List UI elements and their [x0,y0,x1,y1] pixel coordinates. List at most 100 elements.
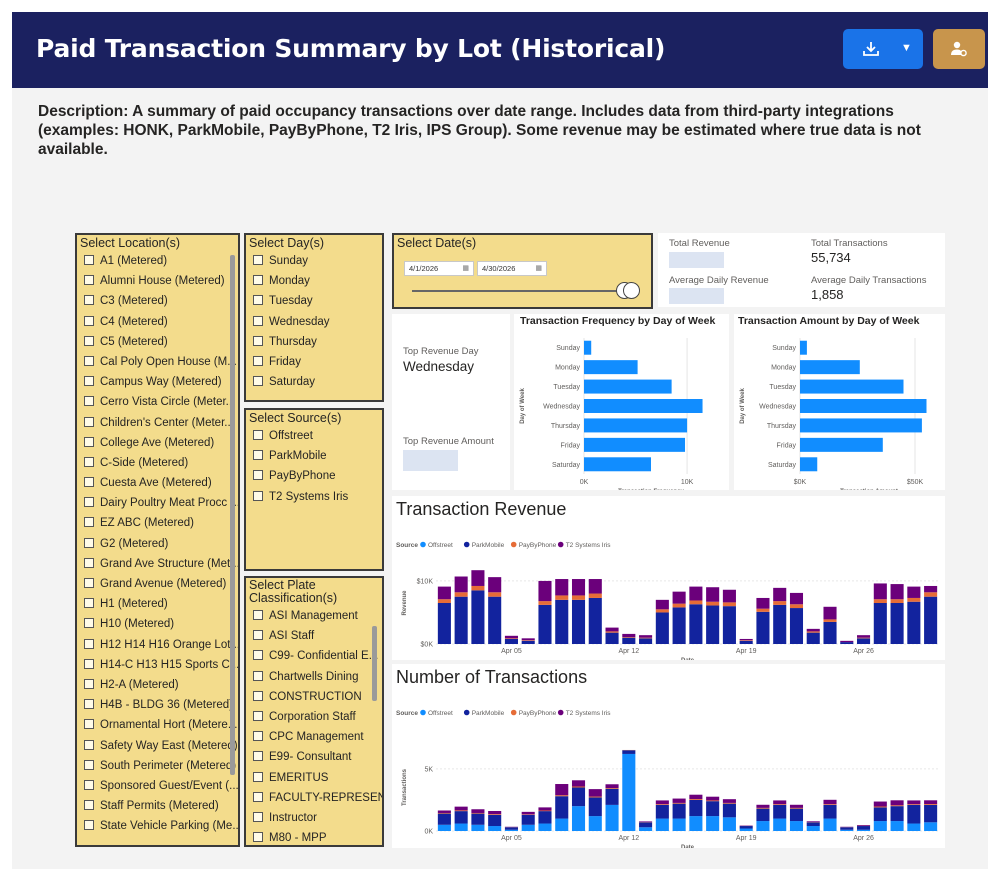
plate-scrollbar[interactable] [372,626,377,701]
checkbox[interactable] [84,739,94,750]
checkbox[interactable] [84,255,94,265]
slicer-item[interactable]: Cuesta Ave (Metered) [77,473,238,493]
date-range-slider[interactable] [412,290,630,292]
checkbox[interactable] [253,315,263,326]
checkbox[interactable] [253,490,263,501]
slicer-item[interactable]: Wednesday [246,312,382,332]
checkbox[interactable] [84,800,94,811]
checkbox[interactable] [84,416,94,427]
slicer-item[interactable]: H12 H14 H16 Orange Lot... [77,635,238,655]
slicer-item[interactable]: Thursday [246,332,382,352]
slicer-item[interactable]: H2-A (Metered) [77,675,238,695]
checkbox[interactable] [253,335,263,346]
slicer-item[interactable]: ASI Management [246,606,382,626]
download-button[interactable]: ▼ [843,29,923,69]
slicer-item[interactable]: C99- Confidential E... [246,646,382,666]
checkbox[interactable] [84,295,94,306]
checkbox[interactable] [253,751,263,762]
slicer-item[interactable]: G2 (Metered) [77,534,238,554]
slicer-item[interactable]: Cerro Vista Circle (Meter... [77,392,238,412]
slicer-item[interactable]: Staff Permits (Metered) [77,796,238,816]
slicer-item[interactable]: Dairy Poultry Meat Procc ... [77,493,238,513]
slicer-item[interactable]: H1 (Metered) [77,594,238,614]
checkbox[interactable] [84,598,94,609]
checkbox[interactable] [84,779,94,790]
slicer-item[interactable]: Friday [246,352,382,372]
slicer-item[interactable]: Sponsored Guest/Event (... [77,776,238,796]
slicer-item[interactable]: Chartwells Dining [246,667,382,687]
checkbox[interactable] [253,610,263,620]
slicer-item[interactable]: Campus Way (Metered) [77,372,238,392]
slicer-item[interactable]: EMERITUS [246,768,382,788]
checkbox[interactable] [253,355,263,366]
start-date-input[interactable]: 4/1/2026 ▦ [404,261,474,276]
slicer-item[interactable]: Children's Center (Meter... [77,413,238,433]
checkbox[interactable] [253,255,263,265]
slicer-item[interactable]: Saturday [246,372,382,392]
checkbox[interactable] [253,832,263,843]
checkbox[interactable] [253,650,263,661]
slicer-item[interactable]: Alumni House (Metered) [77,271,238,291]
checkbox[interactable] [84,719,94,730]
slicer-item[interactable]: FACULTY-REPRESEN... [246,788,382,808]
checkbox[interactable] [84,477,94,488]
source-slicer[interactable]: Select Source(s) Offstreet ParkMobile PayB… [244,408,384,571]
slicer-item[interactable]: M80 - MPP [246,828,382,845]
checkbox[interactable] [84,537,94,548]
slicer-item[interactable]: T2 Systems Iris [246,487,382,507]
slicer-item[interactable]: H14-C H13 H15 Sports C... [77,655,238,675]
checkbox[interactable] [253,670,263,681]
chevron-down-icon[interactable]: ▼ [901,42,912,54]
slicer-item[interactable]: EZ ABC (Metered) [77,513,238,533]
checkbox[interactable] [84,497,94,508]
checkbox[interactable] [84,678,94,689]
date-slider-end-handle[interactable] [623,282,640,299]
checkbox[interactable] [84,396,94,407]
location-slicer[interactable]: Select Location(s) A1 (Metered) Alumni Ho… [75,233,240,847]
slicer-item[interactable]: PayByPhone [246,466,382,486]
checkbox[interactable] [84,578,94,588]
checkbox[interactable] [84,315,94,326]
slicer-item[interactable]: C5 (Metered) [77,332,238,352]
slicer-item[interactable]: H4B - BLDG 36 (Metered) [77,695,238,715]
slicer-item[interactable]: College Ave (Metered) [77,433,238,453]
checkbox[interactable] [84,376,94,387]
user-settings-button[interactable] [933,29,985,69]
slicer-item[interactable]: Safety Way East (Metered) [77,736,238,756]
slicer-item[interactable]: State Vehicle Parking (Me... [77,816,238,836]
checkbox[interactable] [84,820,94,831]
checkbox[interactable] [253,630,263,641]
checkbox[interactable] [253,710,263,721]
slicer-item[interactable]: C3 (Metered) [77,291,238,311]
checkbox[interactable] [84,759,94,770]
day-slicer[interactable]: Select Day(s) Sunday Monday Tuesday Wednesd… [244,233,384,402]
end-date-input[interactable]: 4/30/2026 ▦ [477,261,547,276]
checkbox[interactable] [253,430,263,440]
checkbox[interactable] [253,690,263,701]
checkbox[interactable] [84,355,94,366]
slicer-item[interactable]: ASI Staff [246,626,382,646]
checkbox[interactable] [84,557,94,568]
checkbox[interactable] [84,335,94,346]
slicer-item[interactable]: Tuesday [246,291,382,311]
slicer-item[interactable]: Ornamental Hort (Metere... [77,715,238,735]
checkbox[interactable] [253,731,263,742]
slicer-item[interactable]: E99- Consultant [246,747,382,767]
checkbox[interactable] [253,811,263,822]
calendar-icon[interactable]: ▦ [462,262,469,275]
slicer-item[interactable]: A1 (Metered) [77,251,238,271]
checkbox[interactable] [253,771,263,782]
checkbox[interactable] [84,658,94,669]
slicer-item[interactable]: C4 (Metered) [77,312,238,332]
checkbox[interactable] [84,456,94,467]
slicer-item[interactable]: Corporation Staff [246,707,382,727]
checkbox[interactable] [84,618,94,629]
slicer-item[interactable]: H10 (Metered) [77,614,238,634]
slicer-item[interactable]: Offstreet [246,426,382,446]
checkbox[interactable] [84,275,94,286]
slicer-item[interactable]: South Perimeter (Metered) [77,756,238,776]
slicer-item[interactable]: Monday [246,271,382,291]
checkbox[interactable] [253,470,263,481]
checkbox[interactable] [253,450,263,461]
slicer-item[interactable]: CONSTRUCTION [246,687,382,707]
